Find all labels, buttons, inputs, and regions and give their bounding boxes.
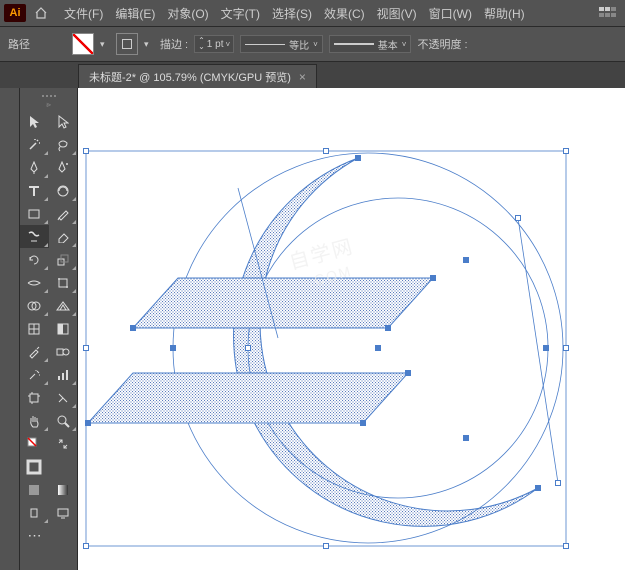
edit-toolbar[interactable]: ⋯ — [20, 524, 49, 547]
anchor-point[interactable] — [405, 370, 411, 376]
magic-wand-tool[interactable] — [20, 133, 49, 156]
toggle-fill-stroke[interactable] — [49, 432, 78, 455]
rotate-tool[interactable] — [20, 248, 49, 271]
paintbrush-tool[interactable] — [49, 202, 78, 225]
anchor-point[interactable] — [543, 345, 549, 351]
stroke-swatch[interactable] — [116, 33, 138, 55]
rectangle-tool[interactable] — [20, 202, 49, 225]
stroke-indicator[interactable] — [20, 455, 49, 478]
menu-object[interactable]: 对象(O) — [161, 5, 214, 22]
scale-tool[interactable] — [49, 248, 78, 271]
shaper-tool[interactable] — [20, 225, 49, 248]
workspace-switcher-icon[interactable] — [599, 6, 617, 20]
pen-tool[interactable] — [20, 156, 49, 179]
stroke-weight-label: 描边 : — [160, 36, 188, 52]
fill-swatch[interactable] — [72, 33, 94, 55]
control-toolbar: 路径 ▾ ▾ 描边 : ⌃⌄ 1 pt ˅ 等比˅ 基本˅ 不透明度 : — [0, 26, 625, 62]
document-tab[interactable]: 未标题-2* @ 105.79% (CMYK/GPU 预览) × — [78, 64, 317, 88]
direction-handle[interactable] — [515, 215, 521, 221]
artboard-tool[interactable] — [20, 386, 49, 409]
menu-effect[interactable]: 效果(C) — [318, 5, 371, 22]
panel-dock-left[interactable] — [0, 88, 20, 570]
anchor-point[interactable] — [245, 345, 251, 351]
panel-grip-icon[interactable] — [20, 92, 77, 100]
gradient-mode[interactable] — [49, 478, 78, 501]
canvas-viewport[interactable]: 自学网 .COM — [78, 88, 625, 570]
eraser-tool[interactable] — [49, 225, 78, 248]
opacity-label: 不透明度 : — [417, 36, 467, 52]
bbox-handle[interactable] — [563, 345, 569, 351]
document-tab-strip: 未标题-2* @ 105.79% (CMYK/GPU 预览) × — [0, 62, 625, 88]
menu-view[interactable]: 视图(V) — [371, 5, 423, 22]
panel-collapse-icon[interactable]: ⪢ — [20, 100, 77, 110]
anchor-point[interactable] — [85, 420, 91, 426]
menu-select[interactable]: 选择(S) — [266, 5, 318, 22]
stroke-weight-value: 1 pt — [207, 39, 224, 50]
width-tool[interactable] — [20, 271, 49, 294]
stroke-dropdown-icon[interactable]: ▾ — [144, 39, 154, 50]
anchor-point[interactable] — [463, 257, 469, 263]
anchor-point[interactable] — [430, 275, 436, 281]
perspective-grid-tool[interactable] — [49, 294, 78, 317]
stroke-weight-input[interactable]: ⌃⌄ 1 pt ˅ — [194, 35, 234, 53]
selection-type-label: 路径 — [8, 36, 30, 52]
menu-file[interactable]: 文件(F) — [58, 5, 109, 22]
stroke-profile-select[interactable]: 等比˅ — [240, 35, 323, 53]
symbol-sprayer-tool[interactable] — [20, 363, 49, 386]
menu-edit[interactable]: 编辑(E) — [109, 5, 161, 22]
column-graph-tool[interactable] — [49, 363, 78, 386]
tools-panel: ⪢ — [20, 88, 78, 570]
artboard[interactable]: 自学网 .COM — [78, 88, 625, 570]
lasso-tool[interactable] — [49, 133, 78, 156]
anchor-point[interactable] — [463, 435, 469, 441]
anchor-point[interactable] — [385, 325, 391, 331]
anchor-point[interactable] — [535, 485, 541, 491]
curvature-tool[interactable] — [49, 156, 78, 179]
type-tool[interactable] — [20, 179, 49, 202]
bbox-handle[interactable] — [563, 543, 569, 549]
menu-bar: Ai 文件(F) 编辑(E) 对象(O) 文字(T) 选择(S) 效果(C) 视… — [0, 0, 625, 26]
selection-tool[interactable] — [20, 110, 49, 133]
fill-stroke-swap[interactable] — [20, 432, 49, 455]
slice-tool[interactable] — [49, 386, 78, 409]
document-tab-title: 未标题-2* @ 105.79% (CMYK/GPU 预览) — [89, 69, 291, 85]
artwork — [78, 88, 625, 570]
menu-help[interactable]: 帮助(H) — [478, 5, 531, 22]
gradient-tool[interactable] — [49, 317, 78, 340]
hand-tool[interactable] — [20, 409, 49, 432]
bbox-handle[interactable] — [83, 148, 89, 154]
bbox-handle[interactable] — [83, 543, 89, 549]
fill-dropdown-icon[interactable]: ▾ — [100, 39, 110, 50]
bbox-handle[interactable] — [83, 345, 89, 351]
direction-handle[interactable] — [555, 480, 561, 486]
anchor-point[interactable] — [355, 155, 361, 161]
bbox-handle[interactable] — [323, 148, 329, 154]
screen-mode[interactable] — [49, 501, 78, 524]
bbox-handle[interactable] — [323, 543, 329, 549]
menu-window[interactable]: 窗口(W) — [423, 5, 478, 22]
shape-builder-tool[interactable] — [20, 294, 49, 317]
zoom-tool[interactable] — [49, 409, 78, 432]
direct-selection-tool[interactable] — [49, 110, 78, 133]
app-logo: Ai — [4, 4, 26, 22]
anchor-point[interactable] — [170, 345, 176, 351]
blend-tool[interactable] — [49, 340, 78, 363]
home-icon[interactable] — [34, 6, 48, 20]
center-point[interactable] — [375, 345, 381, 351]
color-mode[interactable] — [20, 478, 49, 501]
eyedropper-tool[interactable] — [20, 340, 49, 363]
bbox-handle[interactable] — [563, 148, 569, 154]
close-tab-icon[interactable]: × — [299, 70, 306, 84]
menu-type[interactable]: 文字(T) — [215, 5, 266, 22]
default-fill-stroke[interactable] — [49, 455, 78, 478]
mesh-tool[interactable] — [20, 317, 49, 340]
brush-definition-select[interactable]: 基本˅ — [329, 35, 412, 53]
free-transform-tool[interactable] — [49, 271, 78, 294]
line-tool[interactable] — [49, 179, 78, 202]
draw-mode[interactable] — [20, 501, 49, 524]
anchor-point[interactable] — [130, 325, 136, 331]
anchor-point[interactable] — [360, 420, 366, 426]
